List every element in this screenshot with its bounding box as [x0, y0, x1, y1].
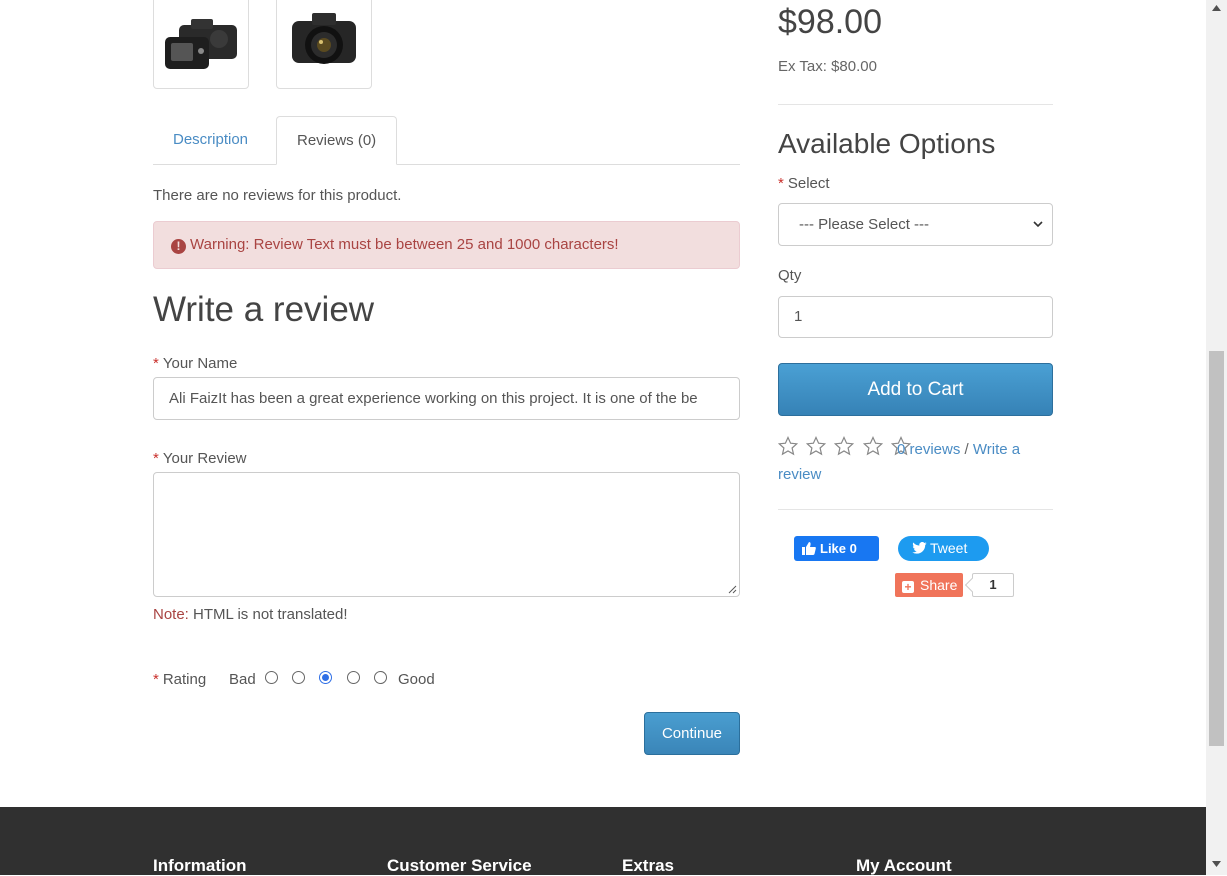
your-review-textarea[interactable]: [153, 472, 740, 597]
tweet-button[interactable]: Tweet: [898, 536, 989, 561]
footer-heading-my-account: My Account: [856, 856, 952, 875]
plus-icon: +: [902, 581, 914, 593]
warning-text: Warning: Review Text must be between 25 …: [190, 236, 619, 253]
rating-bad-label: Bad: [229, 671, 256, 688]
tab-reviews[interactable]: Reviews (0): [276, 116, 398, 165]
required-asterisk: *: [153, 450, 159, 467]
your-name-input[interactable]: Ali FaizIt has been a great experience w…: [153, 377, 740, 420]
product-price: $98.00: [778, 3, 882, 41]
scrollbar-thumb[interactable]: [1209, 351, 1224, 746]
exclamation-circle-icon: !: [171, 239, 186, 254]
your-review-label: * Your Review: [153, 450, 247, 467]
no-reviews-text: There are no reviews for this product.: [153, 187, 402, 204]
share-count: 1: [972, 573, 1014, 597]
your-name-label: * Your Name: [153, 355, 238, 372]
qty-label: Qty: [778, 267, 802, 284]
tab-description[interactable]: Description: [153, 116, 268, 165]
footer-heading-customer-service: Customer Service: [387, 856, 532, 875]
rating-radio-3[interactable]: [319, 671, 332, 684]
chevron-down-icon: [1033, 221, 1043, 228]
facebook-like-button[interactable]: Like 0: [794, 536, 879, 561]
ex-tax-price: Ex Tax: $80.00: [778, 58, 877, 75]
twitter-bird-icon: [912, 541, 927, 554]
divider: [778, 104, 1053, 105]
rating-radio-1[interactable]: [265, 671, 278, 684]
rating-label: * Rating: [153, 671, 207, 688]
review-links: 0 reviews / Write a review: [778, 441, 1021, 483]
continue-button[interactable]: Continue: [644, 712, 740, 755]
share-button[interactable]: + Share: [895, 573, 963, 597]
reviews-count-link[interactable]: 0 reviews: [897, 441, 960, 458]
resize-grip-icon[interactable]: [727, 584, 737, 594]
like-count: 0: [849, 541, 857, 556]
rating-radio-5[interactable]: [374, 671, 387, 684]
qty-input[interactable]: 1: [778, 296, 1053, 338]
footer-heading-extras: Extras: [622, 856, 674, 875]
warning-alert: ! Warning: Review Text must be between 25…: [153, 221, 740, 269]
camera-back-image: [165, 18, 237, 69]
divider: [778, 509, 1053, 510]
required-asterisk: *: [153, 355, 159, 372]
html-note: Note: HTML is not translated!: [153, 606, 348, 623]
thumbs-up-icon: [802, 542, 816, 555]
camera-front-thumbnail[interactable]: [276, 0, 372, 89]
rating-good-label: Good: [398, 671, 435, 688]
rating-radio-4[interactable]: [347, 671, 360, 684]
option-select[interactable]: --- Please Select ---: [778, 203, 1053, 246]
camera-front-image: [292, 12, 356, 64]
required-asterisk: *: [153, 671, 159, 688]
add-to-cart-button[interactable]: Add to Cart: [778, 363, 1053, 416]
option-select-value: --- Please Select ---: [799, 216, 930, 233]
select-label: * Select: [778, 175, 830, 192]
required-asterisk: *: [778, 175, 784, 192]
write-review-heading: Write a review: [153, 290, 375, 329]
rating-radio-2[interactable]: [292, 671, 305, 684]
camera-back-thumbnail[interactable]: [153, 0, 249, 89]
scroll-down-arrow-icon[interactable]: [1210, 859, 1223, 869]
scroll-up-arrow-icon[interactable]: [1210, 3, 1223, 13]
footer-heading-information: Information: [153, 856, 247, 875]
available-options-heading: Available Options: [778, 128, 996, 159]
